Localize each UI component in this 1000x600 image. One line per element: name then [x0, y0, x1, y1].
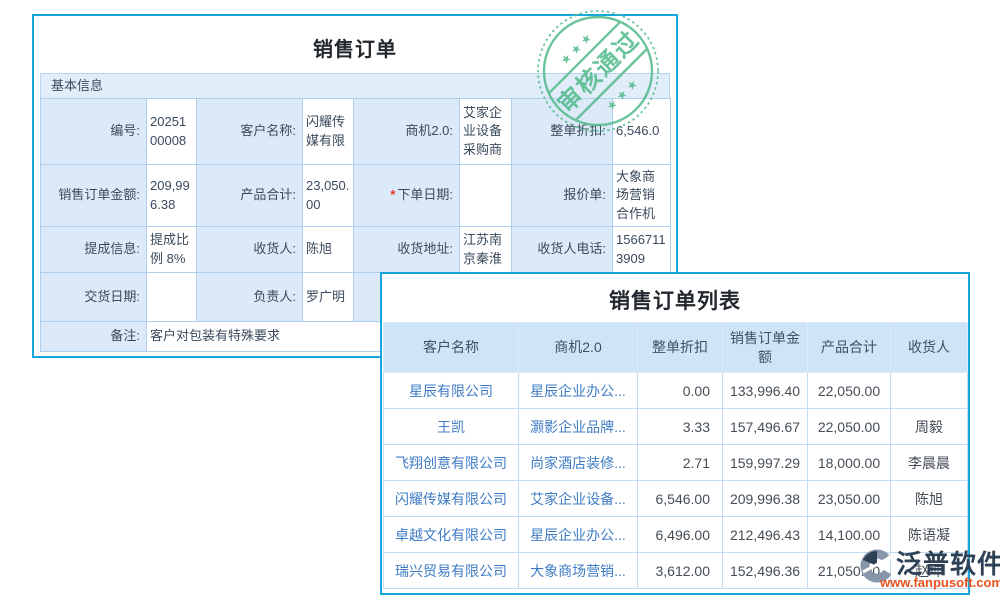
field-label-person-in-charge: 负责人:	[197, 273, 303, 322]
opportunity-link[interactable]: 艾家企业设备...	[530, 491, 626, 507]
field-value-quotation: 大象商场营销合作机	[613, 165, 671, 227]
field-label-address: 收货地址:	[354, 227, 460, 273]
column-header-consignee: 收货人	[891, 323, 968, 373]
order-amount-cell: 152,496.36	[723, 553, 808, 589]
customer-name-link[interactable]: 瑞兴贸易有限公司	[395, 563, 507, 579]
discount-cell: 0.00	[638, 373, 723, 409]
order-amount-cell: 159,997.29	[723, 445, 808, 481]
form-row: 编号: 2025100008 客户名称: 闪耀传媒有限 商机2.0: 艾家企业设…	[41, 99, 671, 165]
order-amount-cell: 157,496.67	[723, 409, 808, 445]
discount-cell: 6,496.00	[638, 517, 723, 553]
list-row: 闪耀传媒有限公司 艾家企业设备... 6,546.00 209,996.38 2…	[384, 481, 968, 517]
customer-name-link[interactable]: 卓越文化有限公司	[395, 527, 507, 543]
order-amount-cell: 133,996.40	[723, 373, 808, 409]
column-header-product-total: 产品合计	[808, 323, 891, 373]
list-header-row: 客户名称 商机2.0 整单折扣 销售订单金额 产品合计 收货人	[384, 323, 968, 373]
field-label-phone: 收货人电话:	[512, 227, 613, 273]
consignee-cell	[891, 373, 968, 409]
discount-cell: 2.71	[638, 445, 723, 481]
field-label-consignee: 收货人:	[197, 227, 303, 273]
product-total-cell: 18,000.00	[808, 445, 891, 481]
form-title: 销售订单	[34, 33, 676, 62]
field-value-number: 2025100008	[147, 99, 197, 165]
form-row: 提成信息: 提成比例 8% 收货人: 陈旭 收货地址: 江苏南京秦淮 收货人电话…	[41, 227, 671, 273]
customer-name-link[interactable]: 闪耀传媒有限公司	[395, 491, 507, 507]
opportunity-link[interactable]: 星辰企业办公...	[530, 383, 626, 399]
field-label-commission: 提成信息:	[41, 227, 147, 273]
consignee-cell: 陈旭	[891, 481, 968, 517]
field-value-customer: 闪耀传媒有限	[303, 99, 354, 165]
opportunity-link[interactable]: 灏影企业品牌...	[530, 419, 626, 435]
sales-order-screen: 销售订单 基本信息 编号: 2025100008 客户名称: 闪耀传媒有限 商机…	[0, 0, 1000, 600]
product-total-cell: 23,050.00	[808, 481, 891, 517]
field-value-order-date	[460, 165, 512, 227]
field-value-discount: 6,546.0	[613, 99, 671, 165]
field-value-opportunity: 艾家企业设备采购商	[460, 99, 512, 165]
column-header-discount: 整单折扣	[638, 323, 723, 373]
discount-cell: 3.33	[638, 409, 723, 445]
discount-cell: 3,612.00	[638, 553, 723, 589]
customer-name-link[interactable]: 星辰有限公司	[409, 383, 493, 399]
opportunity-link[interactable]: 大象商场营销...	[530, 563, 626, 579]
form-row: 销售订单金额: 209,996.38 产品合计: 23,050.00 *下单日期…	[41, 165, 671, 227]
opportunity-link[interactable]: 尚家酒店装修...	[530, 455, 626, 471]
column-header-opportunity: 商机2.0	[519, 323, 638, 373]
customer-name-link[interactable]: 王凯	[437, 419, 465, 435]
field-label-discount: 整单折扣:	[512, 99, 613, 165]
field-label-order-date: *下单日期:	[354, 165, 460, 227]
opportunity-link[interactable]: 星辰企业办公...	[530, 527, 626, 543]
column-header-customer: 客户名称	[384, 323, 519, 373]
list-title: 销售订单列表	[382, 285, 968, 315]
list-row: 飞翔创意有限公司 尚家酒店装修... 2.71 159,997.29 18,00…	[384, 445, 968, 481]
order-amount-cell: 209,996.38	[723, 481, 808, 517]
required-asterisk: *	[390, 187, 395, 202]
field-label-order-amount: 销售订单金额:	[41, 165, 147, 227]
column-header-order-amount: 销售订单金额	[723, 323, 808, 373]
field-value-address: 江苏南京秦淮	[460, 227, 512, 273]
list-row: 王凯 灏影企业品牌... 3.33 157,496.67 22,050.00 周…	[384, 409, 968, 445]
field-label-customer: 客户名称:	[197, 99, 303, 165]
order-amount-cell: 212,496.43	[723, 517, 808, 553]
field-label-opportunity: 商机2.0:	[354, 99, 460, 165]
consignee-cell: 李晨晨	[891, 445, 968, 481]
customer-name-link[interactable]: 飞翔创意有限公司	[395, 455, 507, 471]
field-value-consignee: 陈旭	[303, 227, 354, 273]
field-label-product-total: 产品合计:	[197, 165, 303, 227]
list-row: 星辰有限公司 星辰企业办公... 0.00 133,996.40 22,050.…	[384, 373, 968, 409]
product-total-cell: 22,050.00	[808, 409, 891, 445]
product-total-cell: 22,050.00	[808, 373, 891, 409]
field-label-note: 备注:	[41, 322, 147, 352]
field-value-phone: 15667113909	[613, 227, 671, 273]
section-header-basic-info: 基本信息	[40, 73, 670, 99]
field-value-delivery-date	[147, 273, 197, 322]
field-value-person-in-charge: 罗广明	[303, 273, 354, 322]
fanpu-logo-url: www.fanpusoft.com	[880, 575, 1000, 590]
field-value-order-amount: 209,996.38	[147, 165, 197, 227]
field-label-number: 编号:	[41, 99, 147, 165]
consignee-cell: 周毅	[891, 409, 968, 445]
field-label-delivery-date: 交货日期:	[41, 273, 147, 322]
field-value-product-total: 23,050.00	[303, 165, 354, 227]
fanpu-logo: 泛普软件 www.fanpusoft.com	[858, 544, 1000, 596]
field-value-commission: 提成比例 8%	[147, 227, 197, 273]
discount-cell: 6,546.00	[638, 481, 723, 517]
field-label-quotation: 报价单:	[512, 165, 613, 227]
